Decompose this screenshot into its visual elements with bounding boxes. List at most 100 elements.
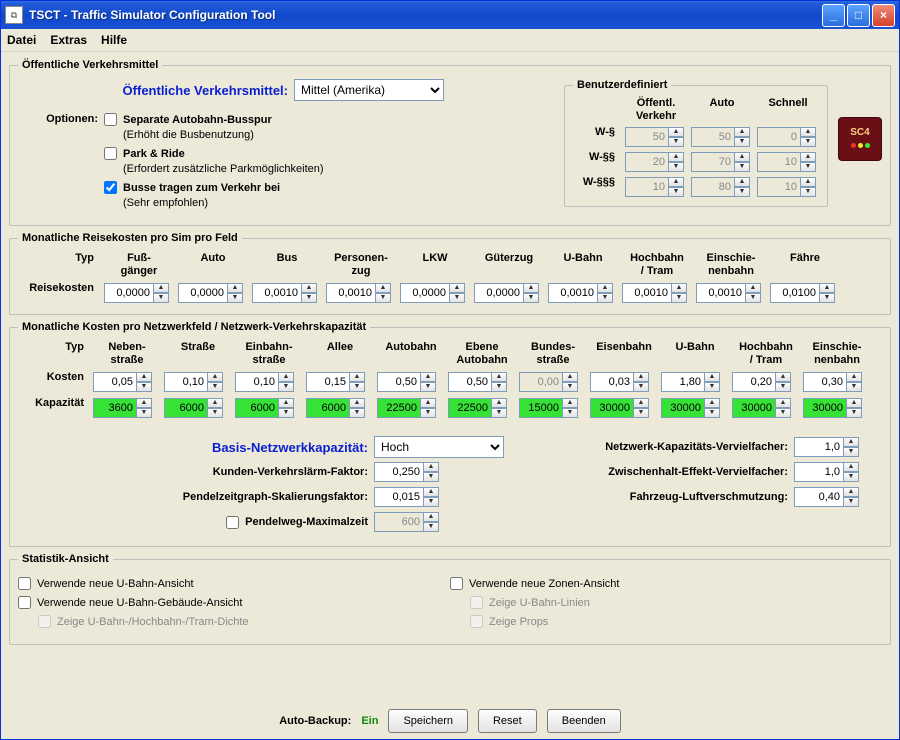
spinner[interactable]: ▲▼ — [104, 282, 174, 304]
transit-combo[interactable]: Mittel (Amerika) — [294, 79, 444, 101]
stats-b-check[interactable] — [18, 596, 31, 609]
spinner[interactable]: ▲▼ — [622, 282, 692, 304]
spinner[interactable]: ▲▼ — [691, 176, 753, 198]
group-net-legend: Monatliche Kosten pro Netzwerkfeld / Net… — [18, 321, 370, 333]
col-head: EbeneAutobahn — [448, 341, 516, 367]
spinner[interactable]: ▲▼ — [548, 282, 618, 304]
spinner[interactable]: ▲▼ — [757, 176, 819, 198]
close-button[interactable]: × — [872, 4, 895, 27]
logo-area: SC4 — [838, 79, 882, 199]
maxcomm-spinner[interactable]: ▲▼ — [374, 511, 439, 533]
col-head: LKW — [400, 252, 470, 278]
comm-spinner[interactable]: ▲▼ — [374, 486, 439, 508]
group-net: Monatliche Kosten pro Netzwerkfeld / Net… — [9, 321, 891, 547]
col-head: Einschie-nenbahn — [696, 252, 766, 278]
group-custom-legend: Benutzerdefiniert — [573, 79, 671, 91]
menu-help[interactable]: Hilfe — [101, 33, 127, 47]
basecap-combo[interactable]: Hoch — [374, 436, 504, 458]
stats-c-check[interactable] — [38, 615, 51, 628]
spinner[interactable]: ▲▼ — [474, 282, 544, 304]
spinner[interactable]: ▲▼ — [590, 397, 658, 419]
spinner[interactable]: ▲▼ — [93, 397, 161, 419]
group-transit: Öffentliche Verkehrsmittel Öffentliche V… — [9, 59, 891, 226]
group-stats-legend: Statistik-Ansicht — [18, 553, 113, 565]
group-travel: Monatliche Reisekosten pro Sim pro Feld … — [9, 232, 891, 315]
maxcomm-check[interactable] — [226, 516, 239, 529]
spinner[interactable]: ▲▼ — [519, 371, 587, 393]
spinner[interactable]: ▲▼ — [252, 282, 322, 304]
spinner[interactable]: ▲▼ — [691, 151, 753, 173]
transit-label: Öffentliche Verkehrsmittel: — [18, 83, 288, 98]
col-head: Güterzug — [474, 252, 544, 278]
stats-d-check[interactable] — [450, 577, 463, 590]
poll-spinner[interactable]: ▲▼ — [794, 486, 859, 508]
spinner[interactable]: ▲▼ — [400, 282, 470, 304]
col-head: Allee — [306, 341, 374, 367]
option-label: Busse tragen zum Verkehr bei — [123, 182, 280, 194]
spinner[interactable]: ▲▼ — [625, 151, 687, 173]
option-check[interactable] — [104, 113, 117, 126]
menu-file[interactable]: Datei — [7, 33, 36, 47]
save-button[interactable]: Speichern — [388, 709, 468, 733]
noise-label: Kunden-Verkehrslärm-Faktor: — [18, 466, 368, 478]
titlebar[interactable]: ⧉ TSCT - Traffic Simulator Configuration… — [1, 1, 899, 29]
spinner[interactable]: ▲▼ — [590, 371, 658, 393]
spinner[interactable]: ▲▼ — [732, 397, 800, 419]
spinner[interactable]: ▲▼ — [306, 371, 374, 393]
spinner[interactable]: ▲▼ — [519, 397, 587, 419]
group-custom: Benutzerdefiniert Öffentl.VerkehrAutoSch… — [564, 79, 828, 207]
autobackup-value: Ein — [361, 715, 378, 727]
option-label: Park & Ride — [123, 148, 185, 160]
spinner[interactable]: ▲▼ — [306, 397, 374, 419]
spinner[interactable]: ▲▼ — [178, 282, 248, 304]
stats-a-label: Verwende neue U-Bahn-Ansicht — [37, 577, 194, 592]
option-check[interactable] — [104, 181, 117, 194]
spinner[interactable]: ▲▼ — [732, 371, 800, 393]
maximize-button[interactable]: □ — [847, 4, 870, 27]
spinner[interactable]: ▲▼ — [448, 397, 516, 419]
spinner[interactable]: ▲▼ — [164, 397, 232, 419]
stats-b-label: Verwende neue U-Bahn-Gebäude-Ansicht — [37, 596, 242, 611]
minimize-button[interactable]: _ — [822, 4, 845, 27]
option-label: Separate Autobahn-Busspur — [123, 114, 272, 126]
spinner[interactable]: ▲▼ — [661, 371, 729, 393]
spinner[interactable]: ▲▼ — [377, 371, 445, 393]
spinner[interactable]: ▲▼ — [326, 282, 396, 304]
stop-spinner[interactable]: ▲▼ — [794, 461, 859, 483]
col-head: Bundes-straße — [519, 341, 587, 367]
stats-f-check[interactable] — [470, 615, 483, 628]
spinner[interactable]: ▲▼ — [625, 126, 687, 148]
spinner[interactable]: ▲▼ — [770, 282, 840, 304]
spinner[interactable]: ▲▼ — [235, 371, 303, 393]
spinner[interactable]: ▲▼ — [661, 397, 729, 419]
mult-label: Netzwerk-Kapazitäts-Vervielfacher: — [528, 441, 788, 453]
spinner[interactable]: ▲▼ — [803, 397, 871, 419]
exit-button[interactable]: Beenden — [547, 709, 621, 733]
transit-left: Öffentliche Verkehrsmittel: Mittel (Amer… — [18, 79, 554, 215]
spinner[interactable]: ▲▼ — [757, 126, 819, 148]
stats-e-check[interactable] — [470, 596, 483, 609]
spinner[interactable]: ▲▼ — [448, 371, 516, 393]
col-head: U-Bahn — [661, 341, 729, 367]
group-transit-legend: Öffentliche Verkehrsmittel — [18, 59, 162, 71]
spinner[interactable]: ▲▼ — [377, 397, 445, 419]
col-head: Öffentl.Verkehr — [625, 97, 687, 123]
option-sublabel: (Erfordert zusätzliche Parkmöglichkeiten… — [123, 163, 324, 175]
stats-a-check[interactable] — [18, 577, 31, 590]
net-typ: Typ — [18, 341, 90, 367]
spinner[interactable]: ▲▼ — [93, 371, 161, 393]
spinner[interactable]: ▲▼ — [696, 282, 766, 304]
spinner[interactable]: ▲▼ — [235, 397, 303, 419]
spinner[interactable]: ▲▼ — [625, 176, 687, 198]
stats-e-label: Zeige U-Bahn-Linien — [489, 596, 590, 611]
spinner[interactable]: ▲▼ — [691, 126, 753, 148]
menu-extras[interactable]: Extras — [50, 33, 87, 47]
spinner[interactable]: ▲▼ — [803, 371, 871, 393]
mult-spinner[interactable]: ▲▼ — [794, 436, 859, 458]
spinner[interactable]: ▲▼ — [757, 151, 819, 173]
option-check[interactable] — [104, 147, 117, 160]
option-sublabel: (Sehr empfohlen) — [123, 197, 208, 209]
noise-spinner[interactable]: ▲▼ — [374, 461, 439, 483]
reset-button[interactable]: Reset — [478, 709, 537, 733]
spinner[interactable]: ▲▼ — [164, 371, 232, 393]
